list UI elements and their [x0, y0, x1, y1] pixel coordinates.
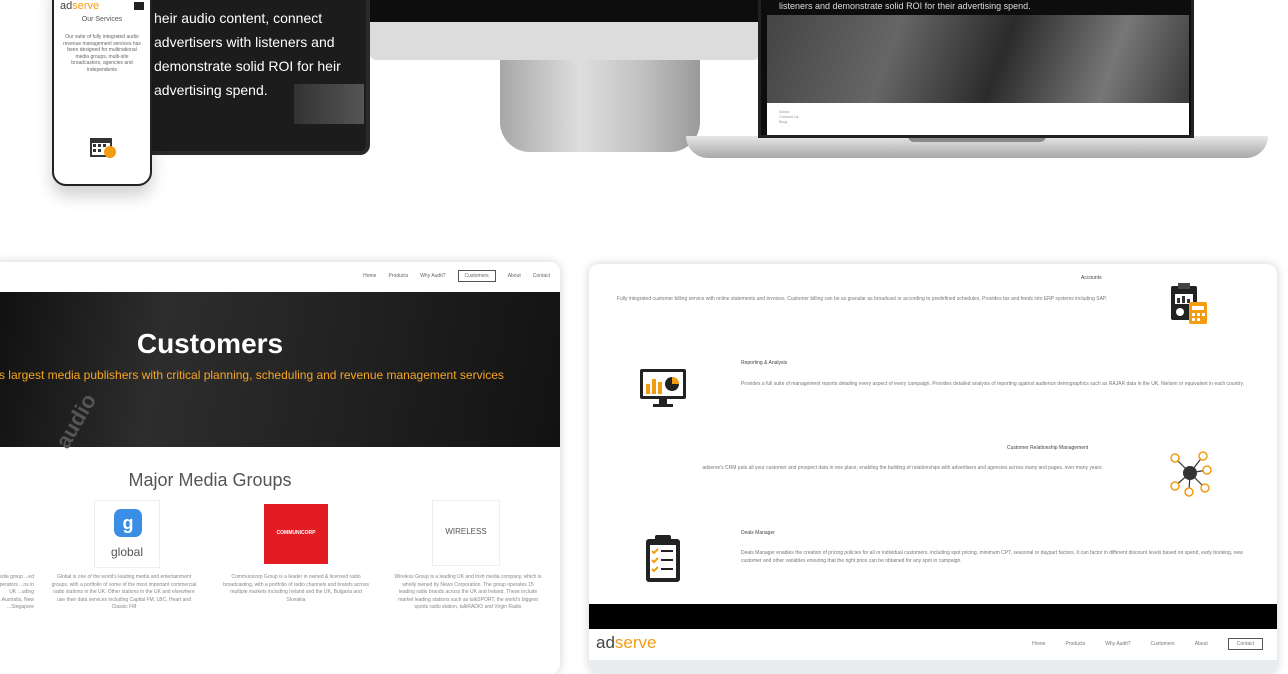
feature-text-deals: Deals Manager enables the creation of pr… [741, 550, 1243, 564]
footer-nav-home[interactable]: Home [1032, 641, 1045, 647]
footer-nav-customers[interactable]: Customers [1151, 641, 1175, 647]
section-title: Major Media Groups [128, 470, 292, 490]
nav-about[interactable]: About [508, 273, 521, 279]
laptop-photo [767, 15, 1189, 103]
footer-nav-products[interactable]: Products [1065, 641, 1085, 647]
footer-nav: Home Products Why Audit? Customers About… [1032, 638, 1263, 650]
wireless-logo[interactable]: WIRELESS [432, 500, 500, 566]
global-description: Global is one of the world's leading med… [51, 574, 197, 610]
feature-title-reporting: Reporting & Analysis [741, 360, 788, 366]
tablet-mockup: heir audio content, connect advertisers … [140, 0, 370, 155]
laptop-base [686, 136, 1268, 158]
products-page-mockup: Accounts Fully integrated customer billi… [589, 264, 1277, 674]
footer-nav-contact[interactable]: Contact [1227, 638, 1263, 650]
feature-text-crm: adserve's CRM puts all your customer and… [702, 465, 1103, 471]
communicorp-logo[interactable]: COMMUNICORP [264, 504, 328, 564]
monitor-stand [500, 60, 700, 152]
nav-why-audit[interactable]: Why Audit? [420, 273, 445, 279]
phone-logo: adserve [60, 0, 100, 12]
phone-mockup: adserve Our Services Our suite of fully … [52, 0, 152, 186]
map-preview[interactable] [589, 660, 1277, 674]
menu-icon[interactable] [134, 2, 144, 10]
wireless-description: Wireless Group is a leading UK and Irish… [394, 574, 542, 610]
desktop-monitor [370, 0, 760, 60]
feature-title-deals: Deals Manager [741, 530, 775, 536]
nav-home[interactable]: Home [363, 273, 376, 279]
footer-nav-about[interactable]: About [1195, 641, 1208, 647]
hero-subtitle: e's largest media publishers with critic… [0, 368, 504, 382]
global-logo[interactable]: g global [94, 500, 160, 568]
laptop-text: listeners and demonstrate solid ROI for … [779, 1, 1031, 11]
laptop-screen: listeners and demonstrate solid ROI for … [758, 0, 1194, 138]
nav-products[interactable]: Products [388, 273, 408, 279]
top-nav: Home Products Why Audit? Customers About… [363, 270, 550, 282]
tablet-photo [294, 84, 364, 124]
communicorp-description: Communicorp Group is a leader in owned &… [223, 574, 369, 603]
crm-network-icon [1170, 451, 1212, 497]
hero-banner: audio Customers e's largest media publis… [0, 292, 560, 452]
deals-clipboard-icon [646, 535, 680, 582]
customers-page-mockup: Home Products Why Audit? Customers About… [0, 262, 560, 674]
feature-text-accounts: Fully integrated customer billing servic… [616, 296, 1107, 302]
footer-band [589, 604, 1277, 629]
phone-services-text: Our suite of fully integrated audio reve… [63, 34, 141, 73]
footer-nav-why-audit[interactable]: Why Audit? [1105, 641, 1130, 647]
nav-contact[interactable]: Contact [533, 273, 550, 279]
hero-title: Customers [136, 328, 284, 359]
device-mockups: heir audio content, connect advertisers … [0, 0, 1288, 200]
feature-title-accounts: Accounts [1081, 275, 1102, 281]
reporting-monitor-icon [640, 369, 686, 407]
accounts-icon [1171, 283, 1207, 324]
phone-services-title: Our Services [81, 16, 123, 23]
feature-text-reporting: Provides a full suite of management repo… [741, 381, 1244, 387]
media-group-description: ...media group ...ed operators ...ns in … [0, 574, 34, 610]
adserve-logo[interactable]: adserve [596, 633, 657, 653]
nav-customers[interactable]: Customers [457, 270, 496, 282]
feature-title-crm: Customer Relationship Management [1007, 445, 1089, 451]
calendar-icon [90, 138, 116, 158]
